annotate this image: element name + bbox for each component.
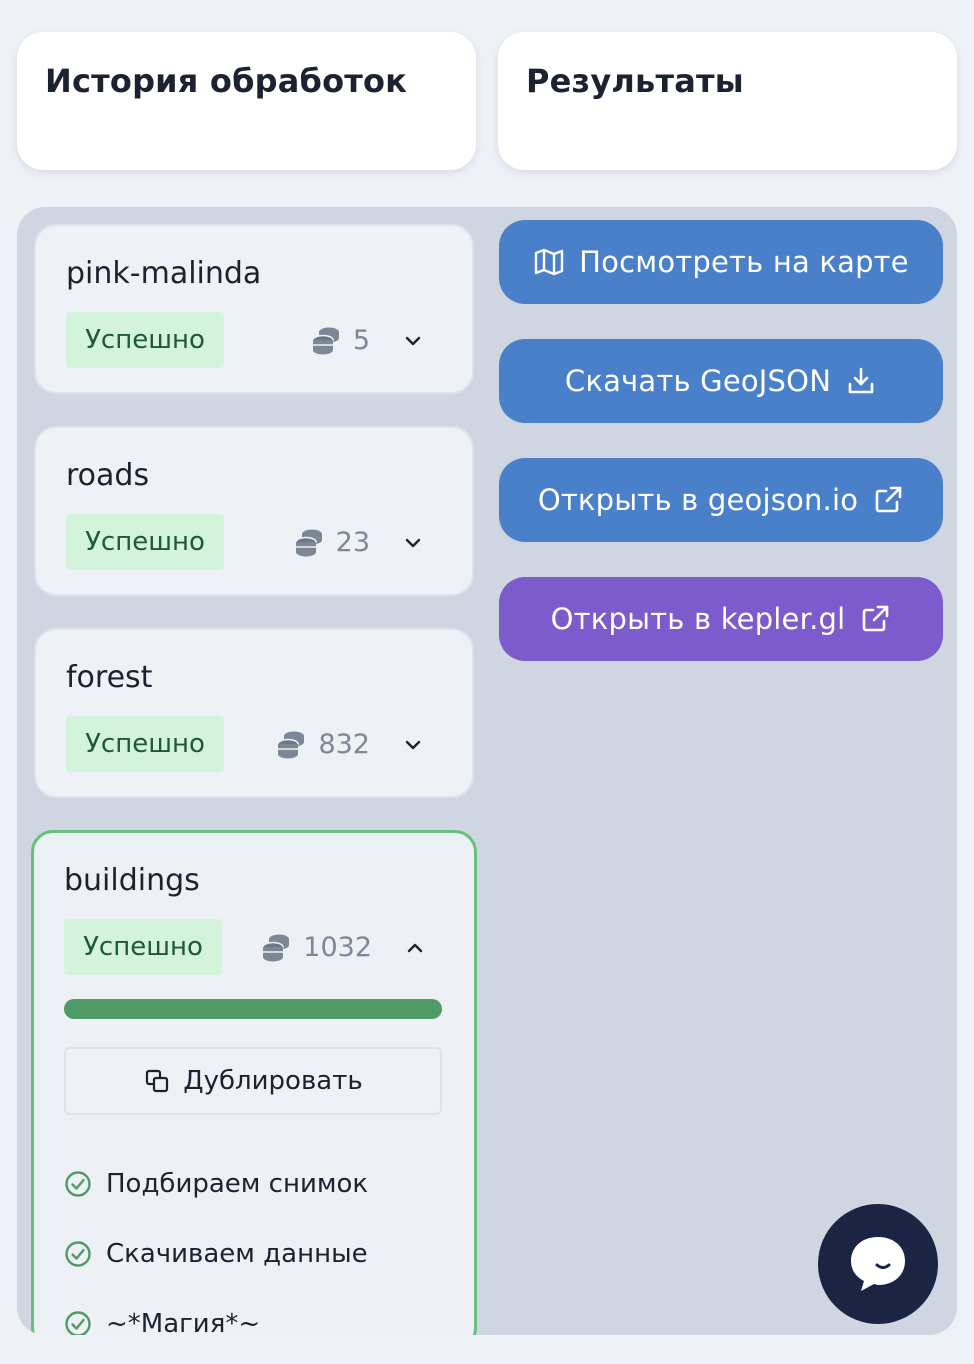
item-name: pink-malinda: [66, 256, 262, 291]
steps-list: Подбираем снимок Скачиваем данные ~*Маги…: [64, 1149, 444, 1335]
map-icon: [534, 248, 564, 276]
count-value: 832: [318, 728, 370, 760]
duplicate-label: Дублировать: [183, 1066, 363, 1096]
view-map-button[interactable]: Посмотреть на карте: [499, 220, 943, 304]
status-badge: Успешно: [64, 919, 222, 975]
count-value: 23: [335, 526, 370, 558]
history-item-roads[interactable]: roads Успешно 23: [34, 426, 474, 596]
download-icon: [848, 367, 874, 394]
status-badge: Успешно: [66, 716, 224, 772]
external-link-icon: [863, 605, 889, 632]
status-badge: Успешно: [66, 312, 224, 368]
history-item-buildings[interactable]: buildings Успешно 1032 Дублировать Подби…: [31, 830, 477, 1335]
count-value: 5: [352, 324, 370, 356]
step-item: Подбираем снимок: [64, 1149, 444, 1219]
object-count: 1032: [259, 931, 372, 963]
external-link-icon: [875, 486, 902, 513]
step-label: ~*Магия*~: [106, 1309, 261, 1335]
object-count: 5: [309, 324, 370, 356]
results-title: Результаты: [526, 62, 744, 100]
coins-icon: [294, 529, 322, 557]
progress-bar: [64, 999, 442, 1019]
item-name: roads: [66, 458, 150, 493]
check-circle-icon: [65, 1171, 91, 1197]
step-item: Скачиваем данные: [64, 1219, 444, 1289]
history-title: История обработок: [45, 62, 408, 100]
chevron-down-icon[interactable]: [402, 330, 424, 352]
chat-icon: [851, 1237, 905, 1291]
check-circle-icon: [65, 1241, 91, 1267]
duplicate-button[interactable]: Дублировать: [64, 1047, 442, 1115]
open-geojson-label: Открыть в geojson.io: [537, 483, 859, 517]
chevron-down-icon[interactable]: [402, 734, 424, 756]
download-label: Скачать GeoJSON: [564, 364, 832, 398]
history-item-forest[interactable]: forest Успешно 832: [34, 628, 474, 798]
results-header-card: Результаты: [498, 32, 957, 170]
step-label: Подбираем снимок: [106, 1169, 369, 1199]
download-geojson-button[interactable]: Скачать GeoJSON: [499, 339, 943, 423]
object-count: 23: [292, 526, 370, 558]
count-value: 1032: [303, 931, 372, 963]
coins-icon: [277, 731, 305, 759]
history-header-card: История обработок: [17, 32, 476, 170]
history-item-pink-malinda[interactable]: pink-malinda Успешно 5: [34, 224, 474, 394]
item-name: buildings: [64, 863, 200, 898]
check-circle-icon: [65, 1311, 91, 1335]
object-count: 832: [274, 728, 370, 760]
open-kepler-label: Открыть в kepler.gl: [550, 602, 846, 636]
view-map-label: Посмотреть на карте: [579, 245, 909, 279]
chat-button[interactable]: [818, 1204, 938, 1324]
step-label: Скачиваем данные: [106, 1239, 368, 1269]
main-panel: pink-malinda Успешно 5 roads Успешно 23 …: [17, 207, 957, 1335]
coins-icon: [312, 327, 339, 355]
results-actions: Посмотреть на карте Скачать GeoJSON Откр…: [499, 220, 943, 696]
chevron-down-icon[interactable]: [402, 532, 424, 554]
status-badge: Успешно: [66, 514, 224, 570]
copy-icon: [146, 1069, 169, 1093]
open-kepler-button[interactable]: Открыть в kepler.gl: [499, 577, 943, 661]
chevron-up-icon[interactable]: [404, 937, 426, 959]
step-item: ~*Магия*~: [64, 1289, 444, 1335]
history-list: pink-malinda Успешно 5 roads Успешно 23 …: [31, 224, 477, 1335]
item-name: forest: [66, 660, 153, 695]
open-geojson-io-button[interactable]: Открыть в geojson.io: [499, 458, 943, 542]
coins-icon: [262, 934, 290, 962]
